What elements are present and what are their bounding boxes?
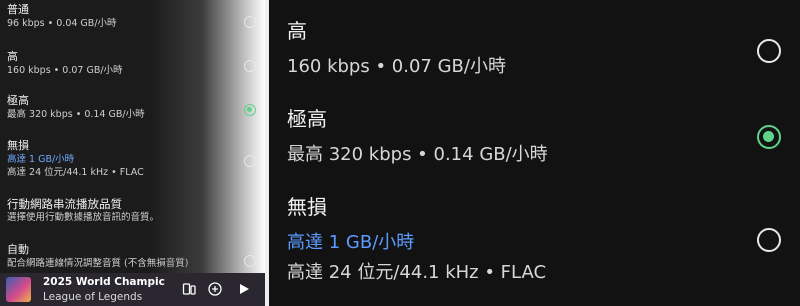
section-description: 選擇使用行動數據播放音訊的音質。 <box>7 212 160 223</box>
option-subtitle-accent: 高達 1 GB/小時 <box>7 154 75 165</box>
option-title: 極高 <box>287 107 327 131</box>
radio-very-high[interactable] <box>244 104 256 116</box>
radio-high-zoom[interactable] <box>757 39 781 63</box>
play-icon[interactable] <box>237 282 251 296</box>
option-subtitle: 最高 320 kbps • 0.14 GB/小時 <box>287 144 548 165</box>
option-title: 普通 <box>7 3 29 16</box>
album-art <box>6 277 31 302</box>
right-settings-panel: 高 160 kbps • 0.07 GB/小時 極高 最高 320 kbps •… <box>269 0 800 306</box>
mini-player[interactable]: 2025 World Champic League of Legends <box>0 273 265 306</box>
quality-option-lossless-zoom[interactable]: 無損 高達 1 GB/小時 高達 24 位元/44.1 kHz • FLAC <box>287 194 546 286</box>
track-title: 2025 World Champic <box>43 276 165 288</box>
option-subtitle: 最高 320 kbps • 0.14 GB/小時 <box>7 109 145 120</box>
radio-normal[interactable] <box>244 16 256 28</box>
radio-auto[interactable] <box>244 255 256 267</box>
option-subtitle: 96 kbps • 0.04 GB/小時 <box>7 18 117 29</box>
quality-option-lossless[interactable]: 無損 高達 1 GB/小時 高達 24 位元/44.1 kHz • FLAC <box>7 139 247 179</box>
add-icon[interactable] <box>208 282 222 296</box>
option-title: 高 <box>287 19 307 43</box>
option-title: 無損 <box>7 139 29 152</box>
quality-option-high[interactable]: 高 160 kbps • 0.07 GB/小時 <box>7 50 247 77</box>
quality-option-very-high-zoom[interactable]: 極高 最高 320 kbps • 0.14 GB/小時 <box>287 106 548 168</box>
left-settings-panel: 普通 96 kbps • 0.04 GB/小時 高 160 kbps • 0.0… <box>0 0 265 306</box>
option-subtitle: 配合網路連線情況調整音質 (不含無損音質) <box>7 258 189 269</box>
radio-very-high-zoom[interactable] <box>757 125 781 149</box>
quality-option-auto[interactable]: 自動 配合網路連線情況調整音質 (不含無損音質) <box>7 243 247 270</box>
quality-option-normal[interactable]: 普通 96 kbps • 0.04 GB/小時 <box>7 3 247 30</box>
option-title: 無損 <box>287 195 327 219</box>
radio-lossless-zoom[interactable] <box>757 228 781 252</box>
track-artist: League of Legends <box>43 291 143 303</box>
option-subtitle: 160 kbps • 0.07 GB/小時 <box>287 56 506 77</box>
option-subtitle: 160 kbps • 0.07 GB/小時 <box>7 65 123 76</box>
option-subtitle-accent: 高達 1 GB/小時 <box>287 232 415 253</box>
section-title: 行動網路串流播放品質 <box>7 197 122 211</box>
option-subtitle-format: 高達 24 位元/44.1 kHz • FLAC <box>287 262 547 283</box>
radio-high[interactable] <box>244 60 256 72</box>
option-title: 高 <box>7 50 18 63</box>
option-subtitle-format: 高達 24 位元/44.1 kHz • FLAC <box>7 167 144 178</box>
device-icon[interactable] <box>182 282 196 296</box>
option-title: 極高 <box>7 94 29 107</box>
mobile-quality-section: 行動網路串流播放品質 選擇使用行動數據播放音訊的音質。 <box>7 197 247 224</box>
radio-lossless[interactable] <box>244 155 256 167</box>
option-title: 自動 <box>7 243 29 256</box>
quality-option-very-high[interactable]: 極高 最高 320 kbps • 0.14 GB/小時 <box>7 94 247 121</box>
quality-option-high-zoom[interactable]: 高 160 kbps • 0.07 GB/小時 <box>287 18 506 80</box>
